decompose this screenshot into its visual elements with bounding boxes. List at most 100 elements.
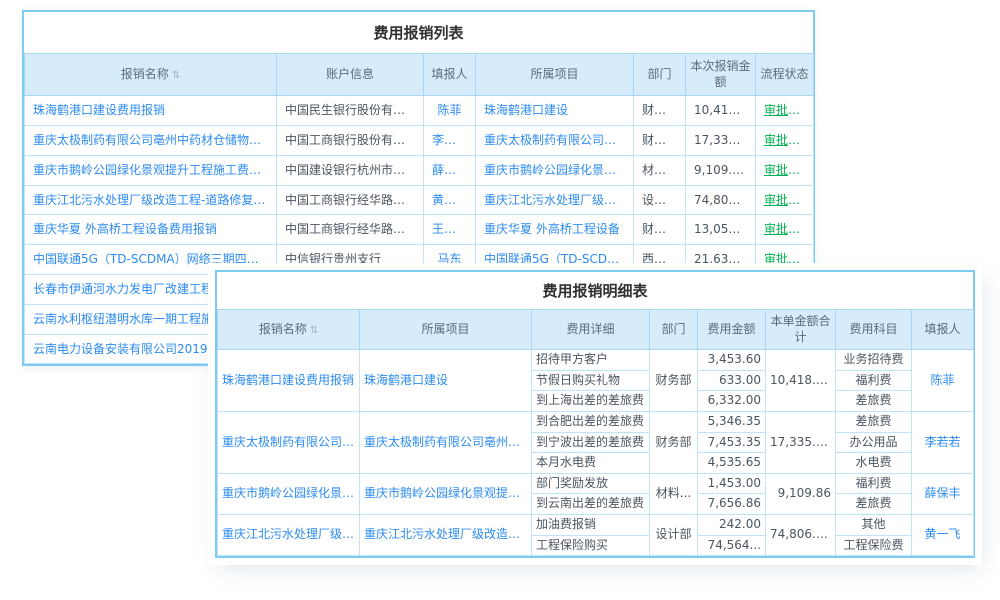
col-header-dept: 部门	[634, 54, 686, 96]
detail-name-link[interactable]: 重庆市鹅岭公园绿化景观提升工...	[218, 473, 360, 514]
expense-detail-cell: 部门奖励发放	[532, 473, 650, 494]
detail-name-link[interactable]: 重庆太极制药有限公司亳州中药...	[218, 411, 360, 473]
filler-link[interactable]: 薛保丰	[424, 155, 476, 185]
status-link[interactable]: 审批通过	[756, 215, 814, 245]
expense-amount-cell: 74,564...	[698, 535, 766, 556]
dept-cell: 财务部	[650, 350, 698, 412]
detail-project-link[interactable]: 重庆市鹅岭公园绿化景观提升工程施工	[360, 473, 532, 514]
expense-list-title: 费用报销列表	[24, 12, 813, 53]
total-amount-cell: 9,109.86	[766, 473, 836, 514]
dept-cell: 设计部	[634, 185, 686, 215]
sort-icon[interactable]: ⇅	[310, 324, 318, 337]
table-row: 重庆华夏 外高桥工程设备费用报销 中国工商银行经华路支行 王可可 重庆华夏 外高…	[25, 215, 814, 245]
project-link[interactable]: 重庆江北污水处理厂级改造工...	[476, 185, 634, 215]
filler-link[interactable]: 李若若	[912, 411, 974, 473]
project-link[interactable]: 珠海鹤港口建设	[476, 96, 634, 126]
expense-detail-cell: 招待甲方客户	[532, 350, 650, 371]
account-cell: 中国工商银行股份有限...	[277, 125, 424, 155]
dept-cell: 财务部	[634, 215, 686, 245]
amount-cell: 13,058.45	[686, 215, 756, 245]
filler-link[interactable]: 黄一飞	[912, 514, 974, 555]
dept-cell: 设计部	[650, 514, 698, 555]
reimbursement-name-link[interactable]: 珠海鹤港口建设费用报销	[25, 96, 277, 126]
filler-link[interactable]: 陈菲	[424, 96, 476, 126]
detail-header-row: 报销名称⇅ 所属项目 费用详细 部门 费用金额 本单金额合计 费用科目 填报人	[218, 310, 974, 350]
expense-amount-cell: 5,346.35	[698, 411, 766, 432]
col-header-name[interactable]: 报销名称⇅	[25, 54, 277, 96]
dept-cell: 财务部	[634, 96, 686, 126]
expense-detail-cell: 到云南出差的差旅费	[532, 494, 650, 515]
status-link[interactable]: 审批通过	[756, 155, 814, 185]
col-header-filler: 填报人	[424, 54, 476, 96]
dept-cell: 材料...	[650, 473, 698, 514]
col-header-amount: 费用金额	[698, 310, 766, 350]
col-header-amount: 本次报销金额	[686, 54, 756, 96]
reimbursement-name-link[interactable]: 重庆市鹅岭公园绿化景观提升工程施工费用报销	[25, 155, 277, 185]
detail-row: 重庆江北污水处理厂级改造工程-... 重庆江北污水处理厂级改造工程-道路修复工.…	[218, 514, 974, 535]
detail-row: 珠海鹤港口建设费用报销 珠海鹤港口建设 招待甲方客户 财务部 3,453.60 …	[218, 350, 974, 371]
col-header-filler: 填报人	[912, 310, 974, 350]
detail-project-link[interactable]: 重庆太极制药有限公司亳州中药材仓储物流	[360, 411, 532, 473]
filler-link[interactable]: 薛保丰	[912, 473, 974, 514]
category-cell: 工程保险费	[836, 535, 912, 556]
project-link[interactable]: 重庆太极制药有限公司亳州中...	[476, 125, 634, 155]
category-cell: 差旅费	[836, 411, 912, 432]
expense-amount-cell: 633.00	[698, 370, 766, 391]
filler-link[interactable]: 黄一飞	[424, 185, 476, 215]
expense-detail-cell: 到宁波出差的差旅费	[532, 432, 650, 453]
list-header-row: 报销名称⇅ 账户信息 填报人 所属项目 部门 本次报销金额 流程状态	[25, 54, 814, 96]
col-header-account: 账户信息	[277, 54, 424, 96]
detail-name-link[interactable]: 重庆江北污水处理厂级改造工程-...	[218, 514, 360, 555]
table-row: 重庆江北污水处理厂级改造工程-道路修复工程费用... 中国工商银行经华路支行 黄…	[25, 185, 814, 215]
col-header-project: 所属项目	[476, 54, 634, 96]
expense-amount-cell: 7,453.35	[698, 432, 766, 453]
category-cell: 其他	[836, 514, 912, 535]
expense-amount-cell: 7,656.86	[698, 494, 766, 515]
table-row: 珠海鹤港口建设费用报销 中国民生银行股份有限... 陈菲 珠海鹤港口建设 财务部…	[25, 96, 814, 126]
sort-icon[interactable]: ⇅	[172, 69, 180, 82]
reimbursement-name-link[interactable]: 重庆江北污水处理厂级改造工程-道路修复工程费用...	[25, 185, 277, 215]
detail-name-link[interactable]: 珠海鹤港口建设费用报销	[218, 350, 360, 412]
status-link[interactable]: 审批通过	[756, 125, 814, 155]
status-link[interactable]: 审批通过	[756, 185, 814, 215]
table-row: 重庆太极制药有限公司亳州中药材仓储物流基地项... 中国工商银行股份有限... …	[25, 125, 814, 155]
filler-link[interactable]: 陈菲	[912, 350, 974, 412]
expense-amount-cell: 6,332.00	[698, 391, 766, 412]
total-amount-cell: 74,806.00	[766, 514, 836, 555]
col-header-detail: 费用详细	[532, 310, 650, 350]
status-link[interactable]: 审批通过	[756, 96, 814, 126]
col-header-dept: 部门	[650, 310, 698, 350]
account-cell: 中国建设银行杭州市上...	[277, 155, 424, 185]
total-amount-cell: 10,418.60	[766, 350, 836, 412]
detail-row: 重庆太极制药有限公司亳州中药... 重庆太极制药有限公司亳州中药材仓储物流 到合…	[218, 411, 974, 432]
col-header-name-label: 报销名称	[259, 322, 307, 336]
detail-project-link[interactable]: 重庆江北污水处理厂级改造工程-道路修复工...	[360, 514, 532, 555]
reimbursement-name-link[interactable]: 重庆太极制药有限公司亳州中药材仓储物流基地项...	[25, 125, 277, 155]
reimbursement-name-link[interactable]: 重庆华夏 外高桥工程设备费用报销	[25, 215, 277, 245]
col-header-category: 费用科目	[836, 310, 912, 350]
col-header-total: 本单金额合计	[766, 310, 836, 350]
detail-project-link[interactable]: 珠海鹤港口建设	[360, 350, 532, 412]
project-link[interactable]: 重庆华夏 外高桥工程设备	[476, 215, 634, 245]
filler-link[interactable]: 李若若	[424, 125, 476, 155]
project-link[interactable]: 重庆市鹅岭公园绿化景观提升...	[476, 155, 634, 185]
total-amount-cell: 17,335.35	[766, 411, 836, 473]
category-cell: 业务招待费	[836, 350, 912, 371]
expense-detail-cell: 加油费报销	[532, 514, 650, 535]
amount-cell: 10,418.60	[686, 96, 756, 126]
category-cell: 水电费	[836, 453, 912, 474]
category-cell: 差旅费	[836, 494, 912, 515]
filler-link[interactable]: 王可可	[424, 215, 476, 245]
amount-cell: 17,335.35	[686, 125, 756, 155]
dept-cell: 财务部	[650, 411, 698, 473]
category-cell: 办公用品	[836, 432, 912, 453]
dept-cell: 材料采购	[634, 155, 686, 185]
expense-amount-cell: 1,453.00	[698, 473, 766, 494]
col-header-name[interactable]: 报销名称⇅	[218, 310, 360, 350]
expense-amount-cell: 3,453.60	[698, 350, 766, 371]
account-cell: 中国工商银行经华路支行	[277, 215, 424, 245]
amount-cell: 74,806.00	[686, 185, 756, 215]
expense-detail-cell: 到合肥出差的差旅费	[532, 411, 650, 432]
col-header-status: 流程状态	[756, 54, 814, 96]
amount-cell: 9,109.86	[686, 155, 756, 185]
